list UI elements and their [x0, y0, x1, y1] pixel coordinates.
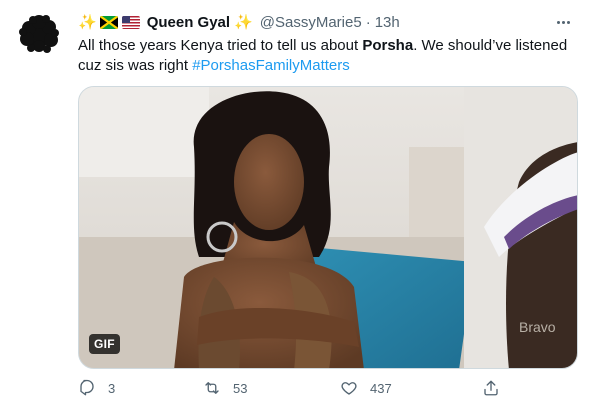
gif-frame: Bravo	[79, 87, 577, 368]
like-icon	[341, 382, 357, 395]
reply-button[interactable]: 3	[78, 376, 115, 400]
more-icon[interactable]	[551, 14, 575, 30]
svg-text:Bravo: Bravo	[519, 319, 556, 335]
share-icon	[484, 380, 498, 396]
share-button[interactable]	[482, 376, 500, 400]
timestamp[interactable]: 13h	[375, 14, 400, 31]
display-name[interactable]: ✨ Queen Gyal ✨	[78, 13, 256, 32]
tweet-text-bold: Porsha	[362, 37, 414, 54]
retweet-icon	[205, 382, 219, 394]
display-name-text: Queen Gyal	[146, 13, 231, 31]
jamaica-flag-icon	[99, 15, 118, 29]
avatar-image	[19, 15, 59, 53]
tweet-text-part: All those years Kenya tried to tell us a…	[78, 37, 363, 54]
retweet-count: 53	[233, 380, 248, 396]
user-handle[interactable]: @SassyMarie5	[260, 14, 362, 31]
sparkle-icon: ✨	[78, 14, 97, 31]
reply-icon	[80, 379, 94, 396]
like-button[interactable]: 437	[340, 376, 392, 400]
separator-dot: ·	[365, 13, 371, 31]
sparkle-icon: ✨	[234, 14, 253, 31]
retweet-button[interactable]: 53	[203, 376, 247, 400]
tweet[interactable]: ✨ Queen Gyal ✨ @SassyMarie5 · 13h All th…	[0, 0, 595, 410]
like-count: 437	[370, 380, 392, 396]
tweet-text: All those years Kenya tried to tell us a…	[78, 36, 568, 76]
tweet-header: ✨ Queen Gyal ✨ @SassyMarie5 · 13h	[78, 12, 400, 32]
us-flag-icon	[121, 15, 140, 29]
tweet-actions: 3 53 437	[78, 376, 578, 400]
gif-badge: GIF	[89, 334, 120, 354]
avatar[interactable]	[14, 10, 64, 60]
reply-count: 3	[108, 380, 116, 396]
gif-media[interactable]: Bravo GIF	[78, 86, 578, 369]
hashtag-link[interactable]: #PorshasFamilyMatters	[192, 57, 350, 74]
